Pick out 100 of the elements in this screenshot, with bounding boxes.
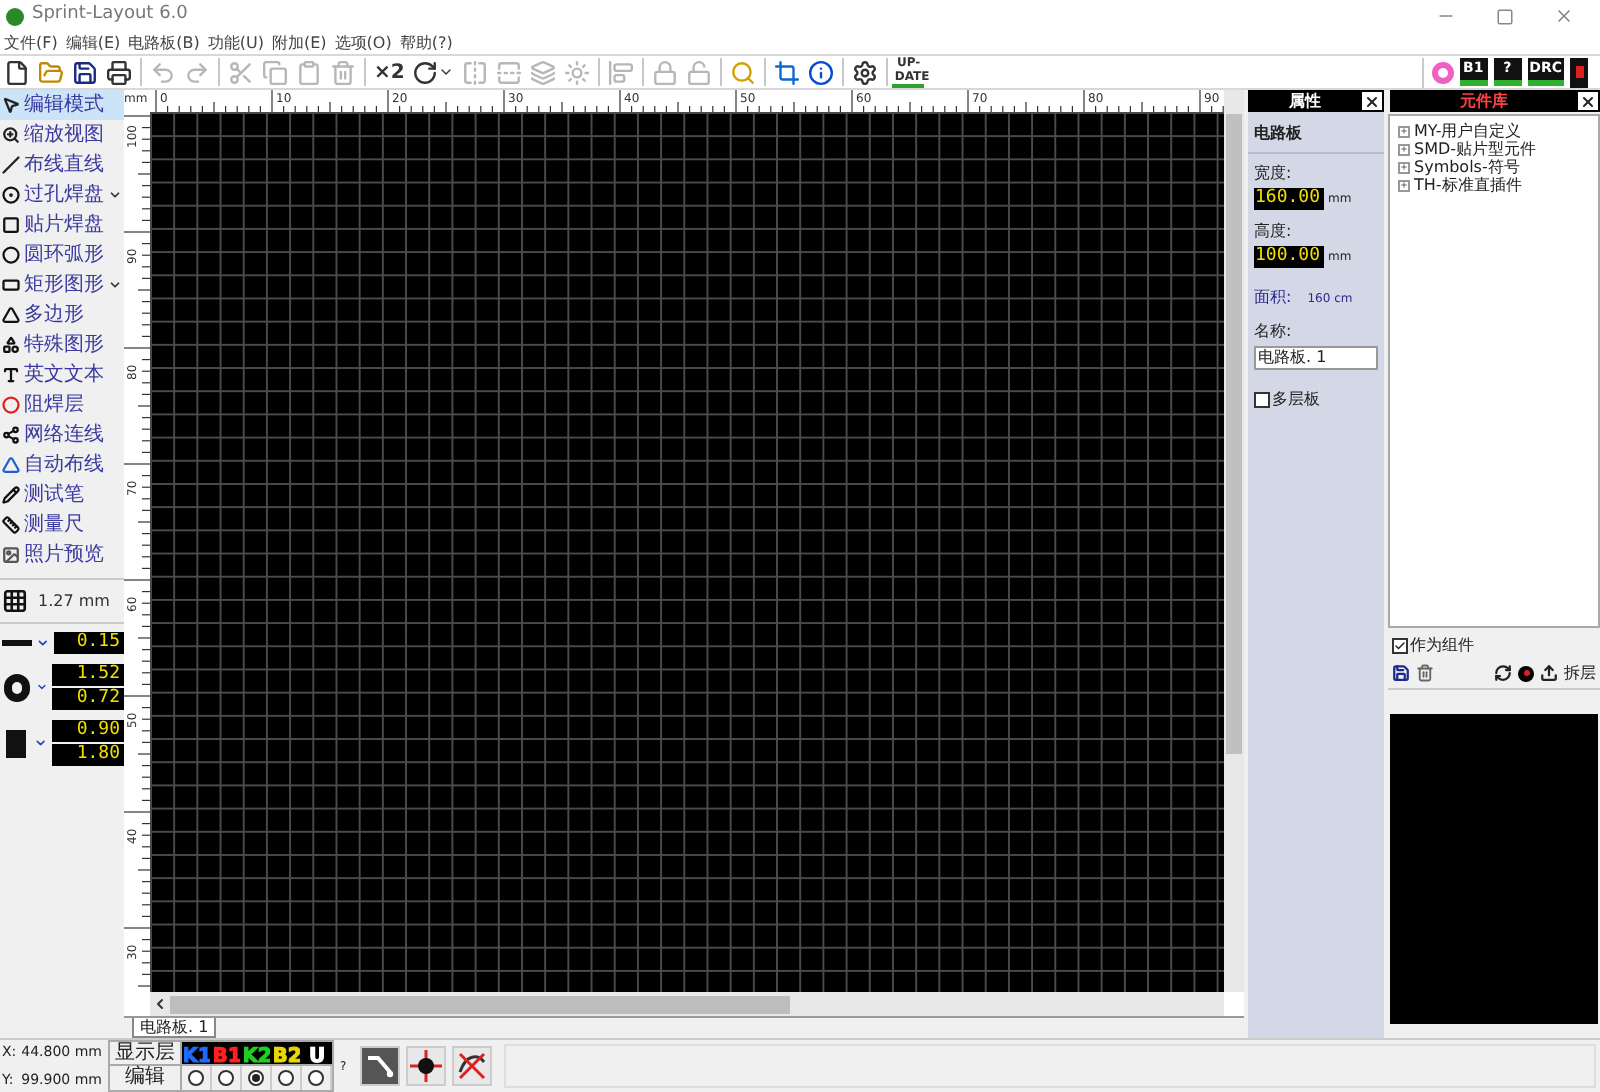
layer-label[interactable]: K2 — [244, 1043, 270, 1063]
tool-item[interactable]: 测试笔 — [0, 480, 124, 510]
radio-button[interactable] — [218, 1070, 234, 1086]
flip-vertical-icon — [496, 59, 523, 85]
tool-item[interactable]: 多边形 — [0, 300, 124, 330]
value-field[interactable]: 1.80 — [52, 744, 124, 766]
tool-item[interactable]: 编辑模式 — [0, 90, 124, 120]
checkbox[interactable] — [1254, 392, 1270, 408]
crop-icon — [774, 59, 801, 85]
panel-title: 元件库 — [1458, 93, 1510, 109]
scroll-left-icon[interactable] — [152, 996, 168, 1012]
maximize-icon[interactable] — [1496, 7, 1514, 25]
track-tool-button[interactable] — [360, 1046, 401, 1086]
tool-item[interactable]: 网络连线 — [0, 420, 124, 450]
info-icon — [808, 59, 835, 85]
app-logo-icon — [6, 7, 24, 25]
tool-item[interactable]: 缩放视图 — [0, 120, 124, 150]
radio-button[interactable] — [278, 1070, 294, 1086]
print-button[interactable] — [102, 56, 136, 88]
tool-item[interactable]: 过孔焊盘 — [0, 180, 124, 210]
ring-icon[interactable] — [1431, 61, 1454, 83]
tool-item[interactable]: 测量尺 — [0, 510, 124, 540]
upload-icon[interactable] — [1540, 664, 1558, 682]
checkbox-label: 多层板 — [1272, 388, 1320, 412]
tool-item[interactable]: 阻焊层 — [0, 390, 124, 420]
tool-item[interactable]: 圆环弧形 — [0, 240, 124, 270]
sun-icon — [564, 59, 591, 85]
grid-icon[interactable] — [2, 588, 28, 614]
tree-item[interactable]: Symbols-符号 — [1414, 159, 1520, 175]
tree-item[interactable]: TH-标准直插件 — [1414, 177, 1522, 193]
close-icon[interactable] — [1554, 6, 1574, 26]
value-field[interactable]: 160.00 — [1254, 188, 1324, 210]
caret-icon — [108, 188, 122, 202]
clipboard-icon — [296, 59, 322, 85]
radio-button[interactable] — [308, 1070, 324, 1086]
menu-item[interactable]: 功能(U) — [207, 35, 264, 51]
value-field[interactable]: 0.15 — [54, 632, 124, 654]
layers-icon — [530, 59, 557, 85]
vertical-scrollbar[interactable] — [1224, 90, 1244, 992]
radio-button[interactable] — [248, 1070, 264, 1086]
menu-item[interactable]: 附加(E) — [271, 35, 327, 51]
triangle-icon — [2, 456, 20, 474]
monitor-icon[interactable] — [1570, 57, 1588, 87]
expand-toggle[interactable] — [1398, 179, 1410, 191]
tool-item[interactable]: 英文文本 — [0, 360, 124, 390]
tool-item[interactable]: 特殊图形 — [0, 330, 124, 360]
edit-layer-label: 编辑 — [110, 1066, 182, 1090]
value-field[interactable]: 1.52 — [52, 664, 124, 686]
tool-item[interactable]: 贴片焊盘 — [0, 210, 124, 240]
scissors-icon — [228, 59, 254, 85]
tree-item[interactable]: MY-用户自定义 — [1414, 123, 1522, 139]
trash-icon[interactable] — [1416, 664, 1434, 682]
expand-toggle[interactable] — [1398, 143, 1410, 155]
close-button[interactable] — [1362, 92, 1382, 110]
no-connection-tool-button[interactable] — [452, 1046, 493, 1086]
triangle-icon — [2, 306, 20, 324]
value-field[interactable]: 0.90 — [52, 720, 124, 742]
tool-item[interactable]: 矩形图形 — [0, 270, 124, 300]
close-button[interactable] — [1578, 92, 1598, 110]
text-icon — [2, 366, 20, 384]
tool-item[interactable]: 布线直线 — [0, 150, 124, 180]
expand-toggle[interactable] — [1398, 125, 1410, 137]
menu-item[interactable]: 帮助(?) — [399, 35, 453, 51]
value-field[interactable]: 100.00 — [1254, 246, 1324, 268]
tool-item[interactable]: 自动布线 — [0, 450, 124, 480]
layer-label[interactable]: B1 — [214, 1043, 240, 1063]
track-width-icon[interactable] — [2, 640, 33, 646]
save-button[interactable] — [68, 56, 102, 88]
double-button[interactable]: ×2 — [370, 56, 409, 88]
pad-icon[interactable] — [4, 673, 31, 701]
checkbox[interactable] — [1392, 638, 1408, 654]
crop-button[interactable] — [770, 56, 805, 88]
square-icon — [2, 216, 20, 234]
horizontal-scrollbar[interactable] — [150, 992, 1224, 1016]
expand-toggle[interactable] — [1398, 161, 1410, 173]
menu-item[interactable]: 编辑(E) — [65, 35, 121, 51]
value-field[interactable]: 0.72 — [52, 688, 124, 710]
crossed-connection-icon — [456, 1050, 489, 1082]
lock-icon — [652, 59, 679, 85]
radio-button[interactable] — [188, 1070, 204, 1086]
refresh-icon[interactable] — [1494, 664, 1512, 682]
layer-label[interactable]: B2 — [274, 1043, 300, 1063]
tool-item[interactable]: 照片预览 — [0, 540, 124, 570]
menu-item[interactable]: 选项(O) — [334, 35, 392, 51]
board-tab[interactable]: 电路板. 1 — [132, 1018, 217, 1038]
split-layer-label[interactable]: 拆层 — [1564, 665, 1596, 681]
folder-icon — [38, 59, 64, 85]
target-tool-button[interactable] — [406, 1046, 447, 1086]
search-icon — [730, 59, 757, 85]
pen-icon — [2, 486, 20, 504]
menu-item[interactable]: 文件(F) — [4, 35, 58, 51]
name-field[interactable]: 电路板. 1 — [1254, 346, 1378, 370]
record-icon[interactable] — [1518, 665, 1534, 681]
save-icon[interactable] — [1392, 664, 1410, 682]
menu-item[interactable]: 电路板(B) — [128, 35, 200, 51]
tree-item[interactable]: SMD-贴片型元件 — [1414, 141, 1537, 157]
smd-pad-icon[interactable] — [6, 729, 27, 757]
layer-label[interactable]: U — [304, 1043, 330, 1063]
info-button[interactable] — [804, 56, 839, 88]
layer-label[interactable]: K1 — [184, 1043, 210, 1063]
